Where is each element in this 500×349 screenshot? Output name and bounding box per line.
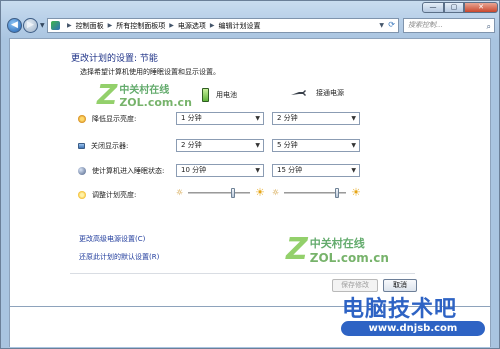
brightness-row-label: 调整计划亮度: [78, 190, 136, 200]
monitor-icon [78, 143, 85, 149]
zol-watermark-cn: 中关村在线 [119, 84, 170, 96]
address-bar[interactable]: ▶ 控制面板 ▶ 所有控制面板项 ▶ 电源选项 ▶ 编辑计划设置 ▼ ⟳ [47, 18, 399, 33]
brightness-battery-slider[interactable]: ☼ ☀ [176, 186, 266, 199]
zol-watermark-url: ZOL.com.cn [309, 250, 389, 265]
control-panel-icon [51, 21, 60, 30]
bright-sun-icon: ☀ [255, 186, 265, 199]
turn-off-display-battery-value: 2 分钟 [181, 141, 202, 149]
search-input[interactable]: 搜索控制... ⌕ [403, 18, 495, 33]
dim-display-icon [78, 115, 86, 123]
zol-watermark-cn: 中关村在线 [309, 236, 365, 250]
page-title: 更改计划的设置: 节能 [71, 54, 158, 64]
slider-thumb[interactable] [231, 188, 235, 198]
site-watermark-title: 电脑技术吧 [342, 297, 458, 322]
chevron-right-icon[interactable]: ▶ [67, 22, 72, 29]
brightness-icon [78, 191, 86, 199]
dim-sun-icon: ☼ [176, 188, 184, 197]
title-bar: — ▢ ✕ [1, 1, 499, 15]
turn-off-display-plugged-value: 5 分钟 [277, 141, 298, 149]
dim-display-battery-value: 1 分钟 [181, 114, 202, 122]
sleep-plugged-value: 15 分钟 [277, 166, 303, 174]
zol-logo-mark: Z [286, 232, 308, 267]
sleep-battery-value: 10 分钟 [181, 166, 207, 174]
turn-off-display-row-label: 关闭显示器: [78, 141, 128, 151]
restore-defaults-link[interactable]: 还原此计划的默认设置(R) [79, 252, 159, 262]
breadcrumb-control-panel[interactable]: 控制面板 [76, 21, 104, 31]
slider-track [188, 192, 250, 194]
brightness-label: 调整计划亮度: [92, 191, 137, 199]
search-placeholder: 搜索控制... [408, 21, 443, 29]
sleep-icon [78, 167, 86, 175]
turn-off-display-battery-select[interactable]: 2 分钟 ▼ [176, 139, 264, 152]
maximize-button[interactable]: ▢ [444, 2, 464, 13]
chevron-right-icon[interactable]: ▶ [210, 22, 215, 29]
turn-off-display-label: 关闭显示器: [91, 142, 129, 150]
recent-pages-dropdown[interactable]: ▼ [40, 22, 45, 29]
refresh-icon[interactable]: ⟳ [388, 20, 395, 29]
chevron-down-icon: ▼ [255, 142, 260, 149]
zol-logo-mark: Z [97, 78, 118, 111]
sleep-battery-select[interactable]: 10 分钟 ▼ [176, 164, 264, 177]
dim-display-plugged-value: 2 分钟 [277, 114, 298, 122]
bright-sun-icon: ☀ [351, 186, 361, 199]
brightness-plugged-slider[interactable]: ☼ ☀ [272, 186, 362, 199]
back-button[interactable]: ◀ [7, 18, 22, 33]
sleep-row-label: 使计算机进入睡眠状态: [78, 166, 164, 176]
chevron-right-icon[interactable]: ▶ [169, 22, 174, 29]
sleep-plugged-select[interactable]: 15 分钟 ▼ [272, 164, 360, 177]
chevron-down-icon[interactable]: ▼ [379, 22, 384, 29]
dim-display-plugged-select[interactable]: 2 分钟 ▼ [272, 112, 360, 125]
plugged-column-label: 接通电源 [316, 89, 344, 97]
dim-sun-icon: ☼ [272, 188, 280, 197]
chevron-down-icon: ▼ [255, 167, 260, 174]
chevron-right-icon[interactable]: ▶ [108, 22, 113, 29]
navigation-bar: ◀ ▶ ▼ ▶ 控制面板 ▶ 所有控制面板项 ▶ 电源选项 ▶ 编辑计划设置 ▼… [1, 15, 499, 37]
sleep-label: 使计算机进入睡眠状态: [92, 167, 165, 175]
dim-display-label: 降低显示亮度: [92, 115, 137, 123]
battery-column-label: 用电池 [216, 91, 237, 99]
breadcrumb-all-items[interactable]: 所有控制面板项 [116, 21, 165, 31]
plug-icon [291, 90, 306, 96]
chevron-down-icon: ▼ [255, 115, 260, 122]
battery-icon [202, 88, 209, 102]
minimize-button[interactable]: — [422, 2, 444, 13]
search-icon[interactable]: ⌕ [487, 20, 491, 33]
page-subtitle: 选择希望计算机使用的睡眠设置和显示设置。 [80, 68, 220, 76]
slider-thumb[interactable] [335, 188, 339, 198]
site-watermark-url: www.dnjsb.com [341, 321, 485, 336]
breadcrumb-power-options[interactable]: 电源选项 [178, 21, 206, 31]
footer-divider [70, 273, 415, 274]
forward-button[interactable]: ▶ [23, 18, 38, 33]
zol-watermark-url: ZOL.com.cn [119, 95, 192, 109]
turn-off-display-plugged-select[interactable]: 5 分钟 ▼ [272, 139, 360, 152]
chevron-down-icon: ▼ [351, 115, 356, 122]
dim-display-row-label: 降低显示亮度: [78, 114, 136, 124]
advanced-settings-link[interactable]: 更改高级电源设置(C) [79, 234, 145, 244]
zol-watermark: Z 中关村在线 ZOL.com.cn [286, 232, 389, 267]
zol-watermark: Z 中关村在线 ZOL.com.cn [97, 78, 192, 111]
battery-column-header: 用电池 [202, 88, 237, 102]
plugged-column-header: 接通电源 [290, 88, 344, 98]
chevron-down-icon: ▼ [351, 142, 356, 149]
chevron-down-icon: ▼ [351, 167, 356, 174]
close-button[interactable]: ✕ [464, 2, 498, 13]
dim-display-battery-select[interactable]: 1 分钟 ▼ [176, 112, 264, 125]
breadcrumb-edit-plan[interactable]: 编辑计划设置 [219, 21, 261, 31]
